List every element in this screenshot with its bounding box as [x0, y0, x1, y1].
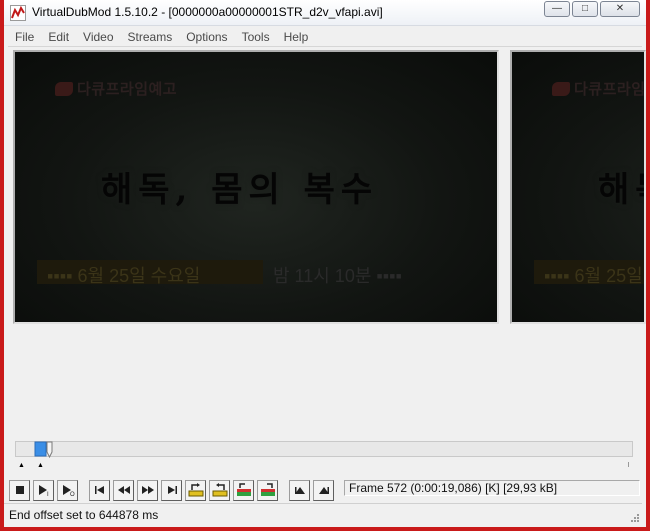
input-video-pane[interactable]: 다큐프라임예고 해독, 몸의 복수 ▪▪▪▪ 6월 25일 수요일 밤 11시 …: [13, 50, 499, 324]
output-logo-text: 다큐프라임예고: [574, 81, 646, 98]
close-button[interactable]: ✕: [600, 1, 640, 17]
output-channel-logo: 다큐프라임예고: [552, 78, 646, 99]
scene-forward-icon: [260, 483, 275, 496]
caption-buttons: — □ ✕: [544, 1, 640, 17]
go-start-icon: [94, 486, 104, 494]
channel-logo-icon: [55, 82, 73, 96]
output-video-headline: 해독, 몸의 복수: [598, 170, 644, 210]
status-message: End offset set to 644878 ms: [9, 508, 159, 522]
timeline-thumb[interactable]: [34, 441, 54, 459]
title-bar[interactable]: VirtualDubMod 1.5.10.2 - [0000000a000000…: [4, 0, 646, 26]
selection-start-marker[interactable]: ▲: [18, 462, 25, 469]
output-air-date-text: ▪▪▪▪ 6월 25일 수요일: [544, 266, 644, 286]
virtualdub-app-icon[interactable]: [10, 5, 26, 21]
play-input-icon: I: [38, 485, 49, 496]
next-keyframe-button[interactable]: [209, 479, 230, 501]
mark-in-icon: [294, 487, 305, 494]
play-input-button[interactable]: I: [33, 479, 54, 501]
scene-back-button[interactable]: [233, 479, 254, 501]
timeline-end-tick: [628, 462, 629, 467]
input-video-frame: 다큐프라임예고 해독, 몸의 복수 ▪▪▪▪ 6월 25일 수요일 밤 11시 …: [15, 52, 497, 322]
air-time-text: 밤 11시 10분 ▪▪▪▪: [273, 266, 402, 286]
scene-back-icon: [236, 483, 251, 496]
play-output-button[interactable]: O: [57, 479, 78, 501]
next-keyframe-icon: [212, 483, 227, 497]
output-air-time-caption: ▪▪▪▪ 6월 25일 수요일 밤 11시 10분 ▪▪▪▪: [534, 260, 644, 286]
menu-edit[interactable]: Edit: [41, 27, 76, 47]
menu-bar: File Edit Video Streams Options Tools He…: [8, 27, 642, 47]
mark-in-button[interactable]: [289, 479, 310, 501]
go-end-button[interactable]: [161, 479, 182, 501]
menu-tools[interactable]: Tools: [235, 27, 277, 47]
menu-help[interactable]: Help: [277, 27, 316, 47]
stop-icon: [15, 486, 24, 494]
logo-text: 다큐프라임예고: [77, 81, 178, 98]
menu-file[interactable]: File: [8, 27, 41, 47]
maximize-button[interactable]: □: [572, 1, 598, 17]
position-timeline[interactable]: [15, 441, 633, 457]
window-title: VirtualDubMod 1.5.10.2 - [0000000a000000…: [32, 5, 383, 19]
go-end-icon: [167, 486, 177, 494]
menu-video[interactable]: Video: [76, 27, 120, 47]
step-back-button[interactable]: [113, 479, 134, 501]
scene-forward-button[interactable]: [257, 479, 278, 501]
air-date-text: ▪▪▪▪ 6월 25일 수요일: [47, 266, 201, 286]
workspace-area: [8, 326, 646, 436]
output-video-frame: 다큐프라임예고 해독, 몸의 복수 ▪▪▪▪ 6월 25일 수요일 밤 11시 …: [512, 52, 646, 322]
resize-grip-icon[interactable]: [630, 513, 640, 523]
menu-options[interactable]: Options: [179, 27, 234, 47]
minimize-icon: —: [552, 3, 562, 14]
step-forward-icon: [141, 486, 154, 494]
svg-text:I: I: [47, 492, 49, 496]
frame-position-readout: Frame 572 (0:00:19,086) [K] [29,93 kB]: [344, 480, 640, 496]
step-forward-button[interactable]: [137, 479, 158, 501]
menu-streams[interactable]: Streams: [121, 27, 180, 47]
stop-button[interactable]: [9, 479, 30, 501]
maximize-icon: □: [581, 3, 589, 14]
air-time-caption: ▪▪▪▪ 6월 25일 수요일 밤 11시 10분 ▪▪▪▪: [37, 260, 457, 286]
play-output-icon: O: [62, 485, 75, 496]
output-channel-logo-icon: [552, 82, 570, 96]
mark-out-button[interactable]: [313, 479, 334, 501]
minimize-button[interactable]: —: [544, 1, 570, 17]
close-icon: ✕: [615, 3, 625, 14]
video-headline: 해독, 몸의 복수: [101, 170, 379, 210]
playback-toolbar: I O: [9, 479, 337, 501]
output-video-pane[interactable]: 다큐프라임예고 해독, 몸의 복수 ▪▪▪▪ 6월 25일 수요일 밤 11시 …: [510, 50, 646, 324]
mark-out-icon: [318, 487, 329, 494]
go-start-button[interactable]: [89, 479, 110, 501]
step-back-icon: [117, 486, 130, 494]
svg-text:O: O: [70, 492, 75, 496]
status-bar: End offset set to 644878 ms: [4, 503, 642, 525]
selection-end-marker[interactable]: ▲: [37, 462, 44, 469]
prev-keyframe-icon: [188, 483, 203, 497]
channel-logo: 다큐프라임예고: [55, 78, 177, 99]
prev-keyframe-button[interactable]: [185, 479, 206, 501]
